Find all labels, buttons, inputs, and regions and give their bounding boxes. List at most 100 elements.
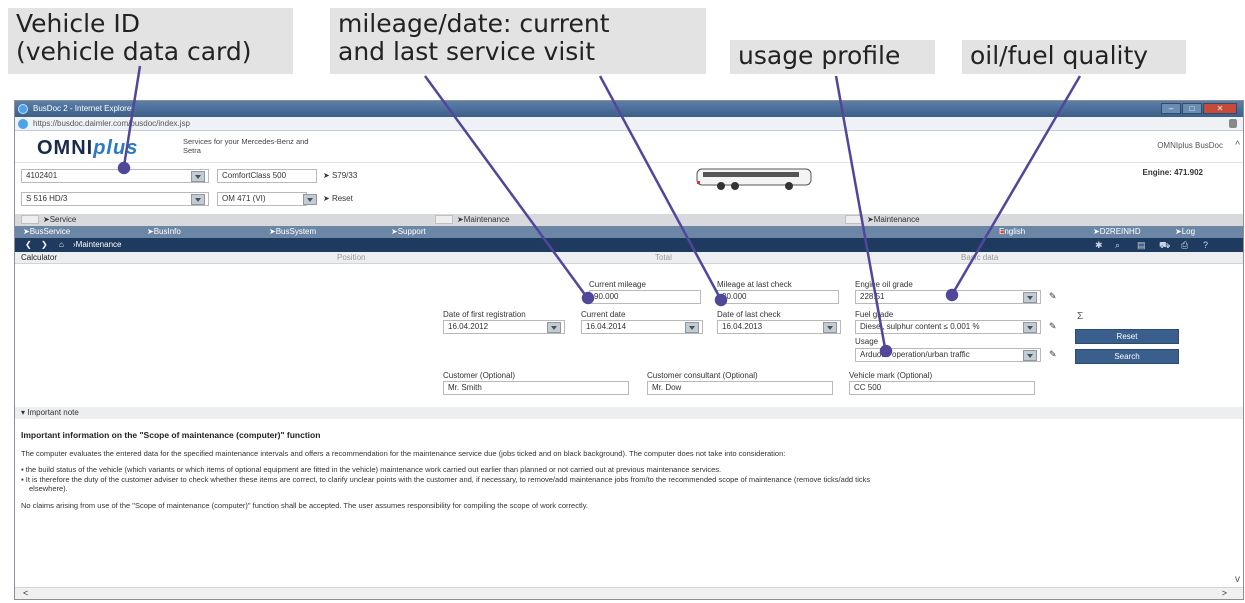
callout-vehicle-id-line1: Vehicle ID (16, 9, 140, 38)
maintenance-section-1[interactable]: ➤ Maintenance (435, 214, 510, 226)
tab-position[interactable]: Position (337, 252, 365, 264)
maintenance-section-2[interactable]: ➤ Maintenance (845, 214, 920, 226)
cart-icon[interactable]: ⛟ (1159, 238, 1170, 252)
callout-vehicle-id-line2: (vehicle data card) (16, 37, 252, 66)
reset-button[interactable]: Reset (1075, 329, 1179, 344)
maintenance-label-1: Maintenance (463, 215, 510, 224)
model-code: ➤ S79/33 (323, 171, 358, 180)
user-link[interactable]: ➤ D2REINHD (1093, 226, 1141, 238)
menu-businfo[interactable]: ➤ BusInfo (147, 226, 181, 238)
note-paragraph-2: No claims arising from use of the "Scope… (21, 501, 588, 510)
menu-label: Support (397, 227, 426, 236)
lock-icon (1229, 119, 1237, 128)
search-icon[interactable]: ⌕ (1115, 238, 1120, 252)
current-mileage-input[interactable]: 90.000 (589, 290, 701, 304)
search-button[interactable]: Search (1075, 349, 1179, 364)
menu-support[interactable]: ➤ Support (391, 226, 426, 238)
maintenance-label-2: Maintenance (873, 215, 920, 224)
edit-pencil-icon[interactable]: ✎ (1049, 321, 1057, 332)
first-registration-label: Date of first registration (443, 310, 526, 319)
menu-busservice[interactable]: ➤ BusService (23, 226, 70, 238)
app-header: OMNIplus Services for your Mercedes-Benz… (15, 131, 1243, 163)
tab-total[interactable]: Total (655, 252, 672, 264)
consultant-input[interactable]: Mr. Dow (647, 381, 833, 395)
print-icon[interactable]: ⎙ (1181, 238, 1188, 252)
oil-grade-select[interactable]: 228.51 (855, 290, 1041, 304)
back-icon[interactable]: ❮ (25, 238, 32, 252)
maximize-icon[interactable]: □ (1182, 103, 1202, 114)
model-field[interactable]: ComfortClass 500 (217, 169, 317, 183)
calendar-icon[interactable] (547, 322, 561, 333)
help-icon[interactable]: ? (1203, 238, 1208, 252)
note-bar-label: Important note (27, 408, 79, 417)
usage-select[interactable]: Arduous operation/urban traffic (855, 348, 1041, 362)
menu-label: BusInfo (153, 227, 181, 236)
important-note-toggle[interactable]: ▾ Important note (15, 407, 1243, 419)
bus-image (696, 168, 812, 190)
engine-select[interactable]: OM 471 (VI) (217, 192, 307, 206)
vehicle-id-dropdown-icon[interactable] (191, 171, 205, 182)
minimize-icon[interactable]: – (1161, 103, 1181, 114)
section-bar: ➤ Service ➤ Maintenance ➤ Maintenance (15, 214, 1243, 226)
window-controls: – □ ✕ (1161, 103, 1237, 114)
url-text: https://busdoc.daimler.com/busdoc/index.… (33, 119, 190, 128)
breadcrumb[interactable]: › Maintenance information (73, 238, 121, 263)
star-icon[interactable]: ✱ (1095, 238, 1103, 252)
tab-calculator[interactable]: Calculator (21, 252, 57, 264)
scroll-up-icon[interactable]: ^ (1235, 140, 1240, 151)
logout-link[interactable]: ➤ Log out (1175, 226, 1195, 248)
user-label: D2REINHD (1099, 227, 1141, 236)
reset-link[interactable]: ➤ Reset (323, 194, 353, 203)
last-date-label: Date of last check (717, 310, 781, 319)
vehicle-id-field[interactable]: 4102401 (21, 169, 209, 183)
scroll-left-icon[interactable]: < (23, 588, 28, 599)
sum-icon[interactable]: Σ (1077, 311, 1083, 322)
forward-icon[interactable]: ❯ (41, 238, 48, 252)
model-code-text: S79/33 (331, 171, 358, 180)
scroll-right-icon[interactable]: > (1222, 588, 1227, 599)
edit-pencil-icon[interactable]: ✎ (1049, 349, 1057, 360)
fuel-grade-select[interactable]: Diesel, sulphur content ≤ 0.001 % (855, 320, 1041, 334)
chip-icon (435, 215, 453, 225)
engine-dropdown-icon[interactable] (303, 194, 317, 205)
home-icon[interactable]: ⌂ (59, 238, 64, 252)
calendar-icon[interactable] (685, 322, 699, 333)
breadcrumb-bar: ❮ ❯ ⌂ › Maintenance information ✱ ⌕ ▤ ⛟ … (15, 238, 1243, 263)
usage-label: Usage (855, 337, 879, 346)
scroll-down-icon[interactable]: v (1235, 574, 1240, 585)
chip-icon (21, 215, 39, 225)
doc-icon[interactable]: ▤ (1137, 238, 1146, 252)
logo-main: OMNI (37, 137, 94, 159)
customer-input[interactable]: Mr. Smith (443, 381, 629, 395)
menu-label: BusService (29, 227, 71, 236)
calendar-icon[interactable] (823, 322, 837, 333)
window-title: BusDoc 2 - Internet Explorer (33, 104, 134, 113)
language-label: English (999, 227, 1026, 236)
consultant-label: Customer consultant (Optional) (647, 371, 758, 380)
vehicle-mark-input[interactable]: CC 500 (849, 381, 1035, 395)
horizontal-scrollbar[interactable]: < > (15, 587, 1243, 599)
last-mileage-input[interactable]: 30.000 (717, 290, 839, 304)
brand-name: OMNIplus BusDoc (1157, 141, 1223, 150)
menu-label: BusSystem (275, 227, 317, 236)
note-paragraph-1: The computer evaluates the entered data … (21, 449, 786, 458)
callout-mileage-line2: and last service visit (338, 37, 596, 66)
oil-grade-dropdown-icon[interactable] (1023, 292, 1037, 303)
menu-bussystem[interactable]: ➤ BusSystem (269, 226, 316, 238)
ie-icon (18, 119, 28, 129)
tab-basic-data[interactable]: Basic data (961, 252, 998, 264)
edit-pencil-icon[interactable]: ✎ (1049, 291, 1057, 302)
close-icon[interactable]: ✕ (1203, 103, 1237, 114)
logo-accent: plus (93, 137, 139, 159)
service-section[interactable]: ➤ Service (21, 214, 76, 226)
callout-oil-fuel: oil/fuel quality (962, 40, 1186, 74)
chip-icon (845, 215, 863, 225)
usage-dropdown-icon[interactable] (1023, 350, 1037, 361)
address-bar[interactable]: https://busdoc.daimler.com/busdoc/index.… (15, 117, 1243, 131)
note-li2-text: It is therefore the duty of the customer… (25, 475, 871, 484)
ie-icon (18, 104, 28, 114)
variant-dropdown-icon[interactable] (191, 194, 205, 205)
current-date-label: Current date (581, 310, 626, 319)
variant-field[interactable]: S 516 HD/3 (21, 192, 209, 206)
fuel-grade-dropdown-icon[interactable] (1023, 322, 1037, 333)
